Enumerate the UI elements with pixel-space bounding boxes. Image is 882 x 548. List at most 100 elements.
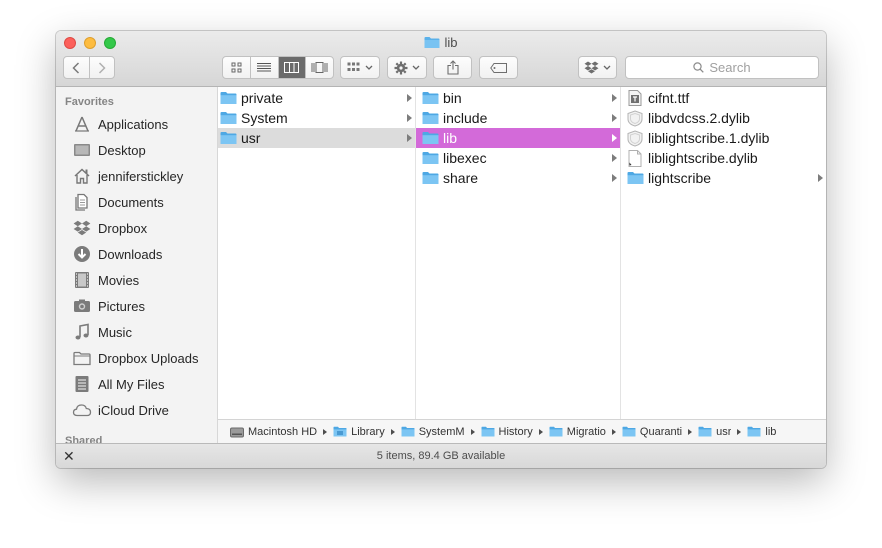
cover-flow-icon: [311, 62, 328, 73]
disclosure-arrow-icon: [818, 174, 823, 182]
path-item-label: usr: [716, 425, 732, 438]
column-view-button[interactable]: [278, 57, 307, 78]
sidebar-item-label: Applications: [98, 116, 169, 132]
status-text: 5 items, 89.4 GB available: [376, 450, 506, 462]
list-item-lightscribe[interactable]: lightscribe: [621, 168, 826, 188]
edit-tags-button[interactable]: [479, 56, 518, 79]
tag-icon: [489, 62, 507, 73]
icon-view-button[interactable]: [223, 57, 251, 78]
list-item-lib[interactable]: lib: [416, 128, 620, 148]
sidebar-item-label: Documents: [98, 194, 164, 210]
alias-file-icon: [628, 149, 642, 167]
item-name: bin: [443, 90, 462, 106]
chevron-left-icon: [72, 61, 80, 74]
sidebar-item-home[interactable]: jenniferstickley: [72, 165, 183, 187]
search-field[interactable]: Search: [625, 56, 819, 79]
list-item-liblightscribe[interactable]: liblightscribe.dylib: [621, 148, 826, 168]
path-item-lib[interactable]: lib: [747, 426, 776, 438]
list-item-libdvdcss[interactable]: libdvdcss.2.dylib: [621, 108, 826, 128]
path-separator-icon: [323, 428, 328, 435]
sidebar-item-applications[interactable]: Applications: [72, 113, 168, 135]
item-name: lib: [443, 130, 458, 146]
search-placeholder: Search: [709, 60, 751, 75]
dropbox-menu-button[interactable]: [578, 56, 617, 79]
home-icon: [72, 167, 92, 185]
path-item-usr[interactable]: usr: [698, 426, 731, 438]
list-item-include[interactable]: include: [416, 108, 620, 128]
path-item-history[interactable]: History: [481, 426, 533, 438]
list-item-liblightscribe-1[interactable]: liblightscribe.1.dylib: [621, 128, 826, 148]
arrange-button[interactable]: [340, 56, 380, 79]
path-separator-icon: [611, 428, 616, 435]
sidebar-item-desktop[interactable]: Desktop: [72, 139, 146, 161]
sidebar-item-icloud-drive[interactable]: iCloud Drive: [72, 399, 169, 421]
item-name: liblightscribe.1.dylib: [648, 130, 770, 146]
movies-icon: [72, 271, 92, 289]
browser-column-3[interactable]: cifnt.ttf libdvdcss.2.dylib liblightscri…: [621, 87, 826, 419]
columns-icon: [284, 62, 300, 73]
disclosure-arrow-icon: [612, 154, 617, 162]
dropbox-icon: [584, 61, 599, 74]
chevron-down-icon: [603, 65, 611, 70]
sidebar-item-label: Movies: [98, 272, 140, 288]
sidebar-item-movies[interactable]: Movies: [72, 269, 139, 291]
action-menu-button[interactable]: [387, 56, 427, 79]
sidebar-item-pictures[interactable]: Pictures: [72, 295, 145, 317]
sidebar-heading-favorites: Favorites: [65, 96, 114, 108]
sidebar-item-documents[interactable]: Documents: [72, 191, 164, 213]
path-item-library[interactable]: Library: [333, 426, 385, 438]
sidebar-item-dropbox-uploads[interactable]: Dropbox Uploads: [72, 347, 198, 369]
list-item-bin[interactable]: bin: [416, 88, 620, 108]
chevron-right-icon: [98, 61, 106, 74]
list-item-cifnt[interactable]: cifnt.ttf: [621, 88, 826, 108]
sidebar-item-label: Downloads: [98, 246, 163, 262]
folder-icon: [481, 426, 495, 437]
sidebar-item-downloads[interactable]: Downloads: [72, 243, 162, 265]
sidebar-heading-shared: Shared: [65, 435, 103, 443]
sidebar-item-music[interactable]: Music: [72, 321, 132, 343]
downloads-icon: [72, 245, 92, 263]
font-file-icon: [628, 90, 642, 106]
share-button[interactable]: [433, 56, 472, 79]
path-item-systemm[interactable]: SystemM: [401, 426, 465, 438]
list-item-libexec[interactable]: libexec: [416, 148, 620, 168]
path-item-macintosh-hd[interactable]: Macintosh HD: [230, 426, 317, 438]
folder-icon: [422, 92, 439, 104]
sidebar-item-label: iCloud Drive: [98, 402, 169, 418]
finder-window: lib Search Favorites Applications Deskto…: [56, 31, 826, 468]
item-name: libexec: [443, 150, 487, 166]
path-item-migratio[interactable]: Migratio: [549, 426, 606, 438]
item-name: include: [443, 110, 488, 126]
list-item-share[interactable]: share: [416, 168, 620, 188]
chevron-down-icon: [365, 65, 373, 70]
list-item-system[interactable]: System: [218, 108, 415, 128]
browser-column-2[interactable]: bin include lib libexec share: [416, 87, 621, 419]
path-separator-icon: [390, 428, 395, 435]
path-item-quaranti[interactable]: Quaranti: [622, 426, 682, 438]
folder-icon: [424, 37, 440, 48]
window-title-text: lib: [444, 35, 458, 50]
cover-flow-view-button[interactable]: [306, 57, 333, 78]
arrange-grid-icon: [347, 62, 360, 71]
folder-icon: [422, 132, 439, 144]
forward-button[interactable]: [90, 57, 115, 78]
back-button[interactable]: [64, 57, 90, 78]
list-item-private[interactable]: private: [218, 88, 415, 108]
list-item-usr[interactable]: usr: [218, 128, 415, 148]
path-item-label: SystemM: [418, 425, 465, 438]
folder-icon: [698, 426, 712, 437]
sidebar: Favorites Applications Desktop jennifers…: [56, 87, 218, 443]
path-separator-icon: [737, 428, 742, 435]
folder-icon: [622, 426, 636, 437]
browser-column-1[interactable]: private System usr: [218, 87, 416, 419]
documents-icon: [72, 193, 92, 211]
sidebar-item-label: Dropbox Uploads: [98, 350, 199, 366]
close-path-bar-icon[interactable]: ✕: [63, 449, 75, 463]
list-view-button[interactable]: [251, 57, 279, 78]
item-name: System: [241, 110, 288, 126]
applications-icon: [72, 115, 92, 133]
sidebar-item-all-my-files[interactable]: All My Files: [72, 373, 164, 395]
sidebar-item-label: Desktop: [98, 142, 146, 158]
gear-icon: [394, 61, 408, 74]
sidebar-item-dropbox[interactable]: Dropbox: [72, 217, 147, 239]
